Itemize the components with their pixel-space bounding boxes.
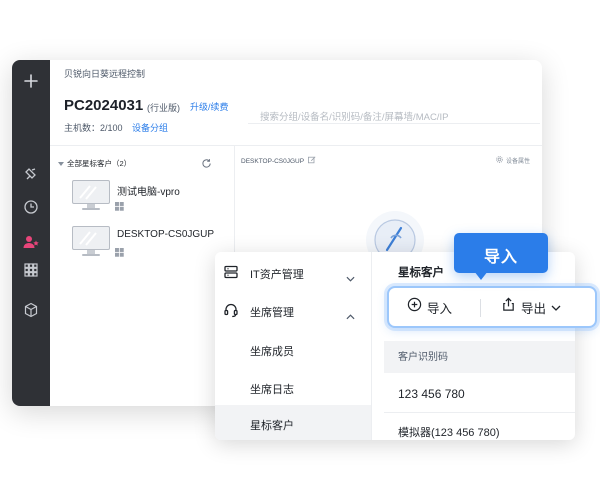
add-circle-icon [407, 297, 422, 317]
row-divider [384, 412, 575, 413]
chevron-up-icon[interactable] [346, 307, 355, 325]
import-button[interactable]: 导入 [407, 288, 452, 326]
menu-item-label: IT资产管理 [250, 269, 304, 281]
menu-item-label: 坐席日志 [250, 384, 294, 396]
chevron-down-icon[interactable] [551, 298, 561, 316]
refresh-icon[interactable] [201, 156, 212, 174]
export-label: 导出 [521, 301, 547, 316]
device-label: 测试电脑-vpro [117, 187, 180, 198]
star-customer-panel: IT资产管理 坐席管理 坐席成员 坐席日志 星标客户 星标客户 客户识别码 12… [215, 252, 575, 440]
caret-down-icon [58, 161, 64, 166]
menu-item-seat-members[interactable]: 坐席成员 [215, 331, 371, 367]
menu-item-seat-management[interactable]: 坐席管理 [215, 292, 371, 328]
import-label: 导入 [427, 301, 453, 316]
page-title: 星标客户 [398, 267, 444, 279]
device-row[interactable]: 测试电脑-vpro [72, 180, 232, 214]
menu-item-label: 坐席成员 [250, 346, 294, 358]
device-name: PC2024031 [64, 97, 144, 114]
toolbar-divider [480, 299, 481, 317]
history-icon[interactable] [19, 195, 43, 219]
search-input[interactable]: 搜索分组/设备名/识别码/备注/屏幕墙/MAC/IP [248, 100, 540, 124]
left-rail [12, 60, 50, 406]
device-properties-label: 设备属性 [505, 159, 530, 165]
menu-item-it-assets[interactable]: IT资产管理 [215, 254, 371, 290]
windows-icon [115, 198, 124, 216]
menu-item-seat-logs[interactable]: 坐席日志 [215, 369, 371, 405]
tree-header-label: 全部星标客户（2） [67, 159, 132, 168]
add-icon[interactable] [19, 69, 43, 93]
device-properties-button[interactable]: 设备属性 [496, 156, 530, 165]
detail-title: DESKTOP-CS0JGUP [241, 156, 316, 166]
upgrade-link[interactable]: 升级/续费 [190, 100, 229, 113]
table-cell[interactable]: 模拟器(123 456 780) [398, 424, 500, 440]
headset-icon [223, 302, 239, 323]
device-tree: 全部星标客户（2） 测试电脑-vpro DESKTOP-CS0JGUP [50, 146, 234, 406]
import-export-toolbar: 导入 导出 [387, 286, 597, 328]
monitor-icon [72, 226, 110, 263]
callout-pointer [474, 271, 488, 280]
edition-label: (行业版) [147, 103, 180, 113]
device-group-link[interactable]: 设备分组 [132, 121, 168, 134]
side-menu: IT资产管理 坐席管理 坐席成员 坐席日志 星标客户 [215, 252, 371, 440]
column-header-customer-id: 客户识别码 [398, 352, 448, 363]
export-button[interactable]: 导出 [501, 288, 561, 326]
tree-header[interactable]: 全部星标客户（2） [58, 158, 131, 169]
edit-icon[interactable] [308, 156, 316, 166]
window-title: 贝锐向日葵远程控制 [64, 69, 146, 79]
search-placeholder: 搜索分组/设备名/识别码/备注/屏幕墙/MAC/IP [260, 112, 449, 123]
host-count: 主机数：2/100 [64, 123, 123, 133]
chevron-down-icon[interactable] [346, 269, 355, 287]
import-callout-tooltip: 导入 [454, 233, 548, 273]
server-icon [223, 264, 239, 285]
callout-label: 导入 [483, 249, 518, 266]
device-label: DESKTOP-CS0JGUP [117, 229, 215, 240]
starred-customers-icon[interactable] [19, 230, 43, 254]
remote-control-icon[interactable] [19, 162, 43, 186]
cube-icon[interactable] [19, 298, 43, 322]
menu-item-starred-customers[interactable]: 星标客户 [215, 405, 371, 440]
upload-icon [501, 297, 516, 317]
menu-item-label: 坐席管理 [250, 307, 294, 319]
detail-device-name: DESKTOP-CS0JGUP [241, 157, 305, 165]
apps-grid-icon[interactable] [19, 258, 43, 282]
monitor-icon [72, 180, 110, 217]
table-cell[interactable]: 123 456 780 [398, 387, 465, 401]
menu-item-label: 星标客户 [250, 420, 294, 432]
windows-icon [115, 244, 124, 262]
device-row[interactable]: DESKTOP-CS0JGUP [72, 226, 232, 260]
settings-icon [496, 156, 503, 165]
customer-list: 星标客户 客户识别码 123 456 780 模拟器(123 456 780) [372, 252, 575, 440]
